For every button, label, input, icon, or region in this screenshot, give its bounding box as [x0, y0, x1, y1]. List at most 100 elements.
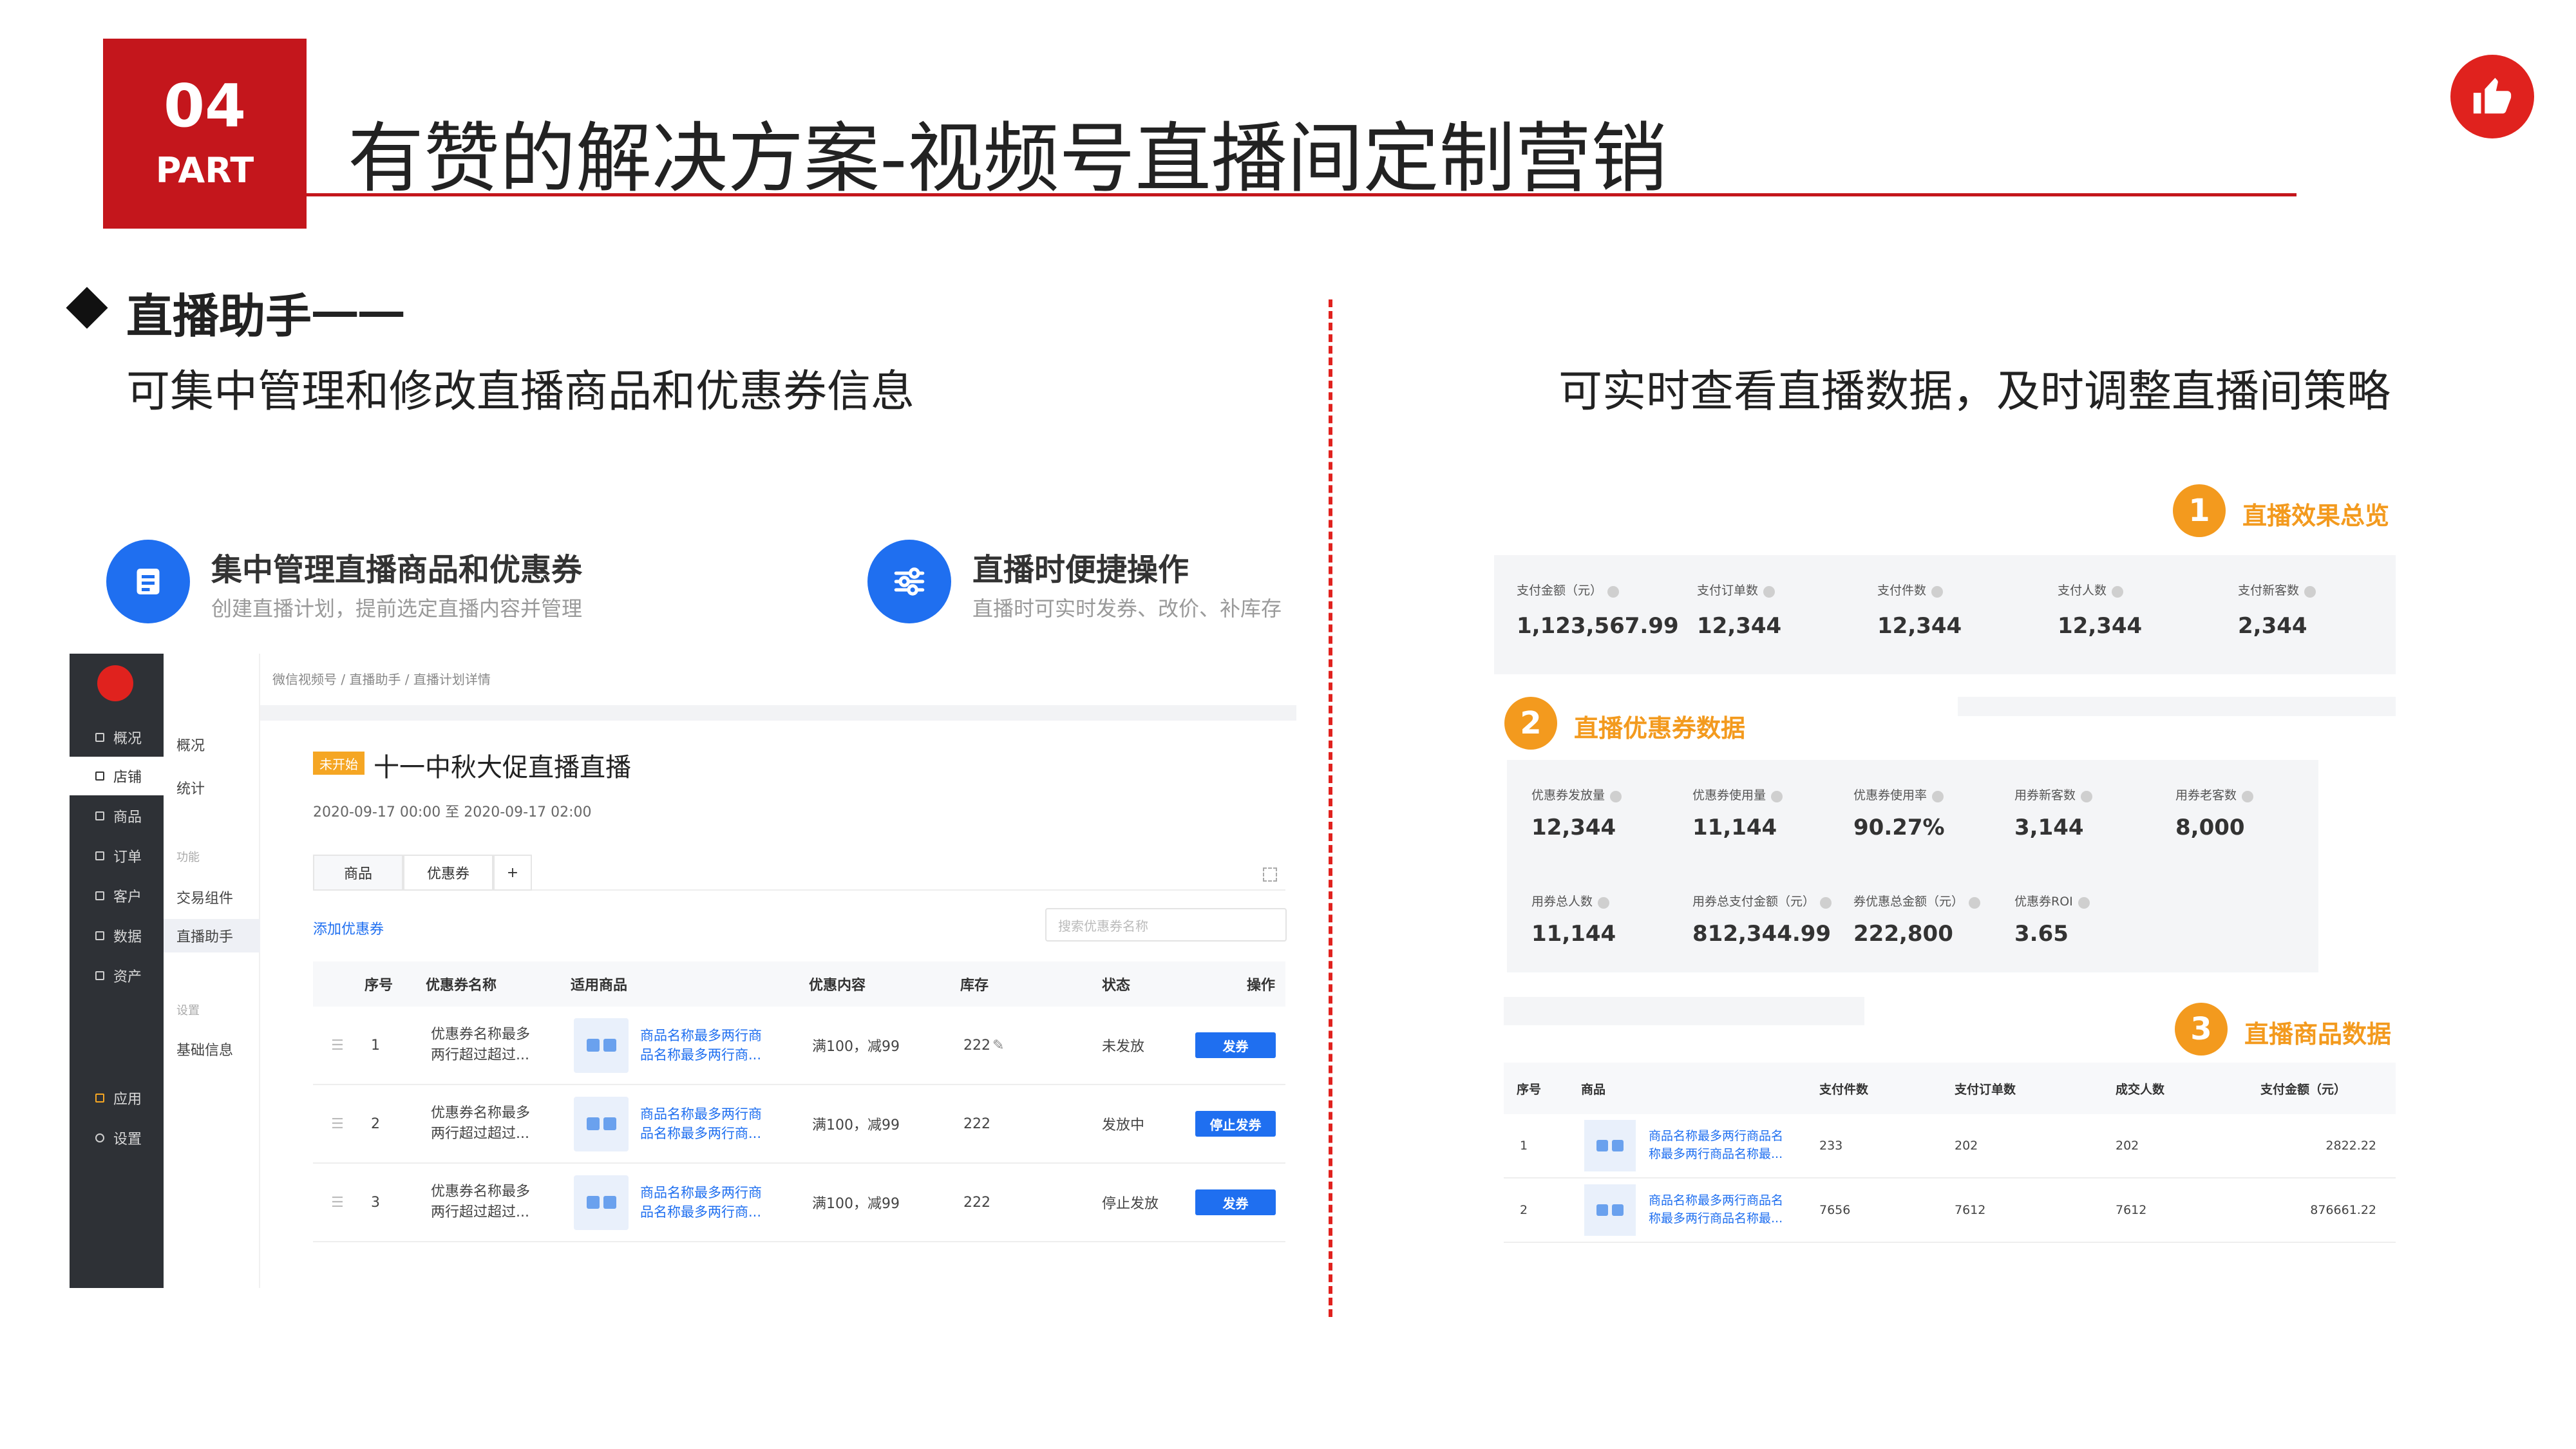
issue-coupon-button[interactable]: 发券 — [1195, 1189, 1276, 1215]
product-link[interactable]: 称最多两行商品名称最... — [1649, 1146, 1783, 1164]
add-coupon-link[interactable]: 添加优惠券 — [313, 918, 384, 938]
metric-value: 8,000 — [2175, 815, 2245, 840]
goods-data-title: 直播商品数据 — [2244, 1020, 2392, 1048]
title-underline — [307, 193, 2297, 196]
sidebar-item-label: 资产 — [113, 969, 142, 985]
section-title: 直播助手一一 — [126, 289, 405, 343]
fullscreen-icon[interactable] — [1263, 867, 1277, 882]
paid-qty: 233 — [1819, 1139, 1843, 1153]
sidebar-item-apps[interactable]: 应用 — [70, 1079, 164, 1117]
product-link[interactable]: 品名称最多两行商... — [640, 1124, 761, 1143]
drag-handle-icon[interactable]: ☰ — [331, 1007, 344, 1084]
product-thumbnail — [574, 1018, 629, 1073]
stop-issue-button[interactable]: 停止发券 — [1195, 1111, 1276, 1137]
order-icon — [95, 851, 104, 860]
add-tab-button[interactable]: + — [493, 855, 532, 891]
product-link[interactable]: 商品名称最多两行商 — [640, 1026, 762, 1045]
product-thumbnail — [574, 1096, 629, 1151]
product-link[interactable]: 商品名称最多两行商品名 — [1649, 1128, 1783, 1146]
subnav-stats[interactable]: 统计 — [164, 777, 260, 798]
help-icon[interactable] — [1598, 896, 1610, 909]
part-badge: 04 PART — [103, 39, 307, 229]
metric-label: 支付件数 — [1877, 583, 1927, 598]
product-link[interactable]: 商品名称最多两行商 — [640, 1183, 762, 1202]
col-header[interactable]: 成交人数 — [2116, 1063, 2164, 1114]
col-header[interactable]: 支付金额（元） — [2260, 1063, 2346, 1114]
col-header: 优惠内容 — [809, 978, 866, 994]
left-subtitle: 可集中管理和修改直播商品和优惠券信息 — [126, 366, 915, 417]
metric-label: 支付新客数 — [2238, 583, 2300, 598]
sidebar-item-assets[interactable]: 资产 — [70, 956, 164, 995]
help-icon[interactable] — [1610, 790, 1622, 802]
help-icon[interactable] — [2242, 790, 2254, 802]
stock-value[interactable]: 222 — [963, 1085, 990, 1162]
table-row: ☰ 1 优惠券名称最多 两行超过超过... 商品名称最多两行商 品名称最多两行商… — [313, 1007, 1285, 1085]
help-icon[interactable] — [1763, 585, 1776, 598]
help-icon[interactable] — [1932, 790, 1944, 802]
drag-handle-icon[interactable]: ☰ — [331, 1085, 344, 1162]
help-icon[interactable] — [1607, 585, 1620, 598]
sidebar-item-goods[interactable]: 商品 — [70, 797, 164, 835]
help-icon[interactable] — [1931, 585, 1944, 598]
dashed-divider — [1329, 299, 1332, 1317]
store-icon — [95, 772, 104, 781]
product-link[interactable]: 品名称最多两行商... — [640, 1202, 761, 1222]
product-link[interactable]: 品名称最多两行商... — [640, 1045, 761, 1065]
metric-label: 支付金额（元） — [1517, 583, 1603, 598]
coupon-search-input[interactable]: 搜索优惠券名称 — [1045, 908, 1287, 942]
col-header[interactable]: 序号 — [365, 961, 393, 1007]
help-icon[interactable] — [2112, 585, 2124, 598]
subnav-live-assistant[interactable]: 直播助手 — [164, 919, 260, 952]
sidebar-item-customers[interactable]: 客户 — [70, 876, 164, 915]
help-icon[interactable] — [1771, 790, 1783, 802]
sidebar-item-label: 店铺 — [113, 770, 142, 786]
metric-value: 12,344 — [1877, 613, 1962, 639]
sidebar-item-store[interactable]: 店铺 — [70, 757, 164, 795]
metric-value: 2,344 — [2238, 613, 2307, 639]
metric-value: 12,344 — [1697, 613, 1782, 639]
coupon-status: 发放中 — [1102, 1117, 1145, 1133]
sidebar-item-data[interactable]: 数据 — [70, 916, 164, 955]
placeholder-bar — [1958, 697, 2396, 716]
help-icon[interactable] — [2081, 790, 2093, 802]
product-link[interactable]: 商品名称最多两行商品名 — [1649, 1192, 1783, 1210]
col-header[interactable]: 商品 — [1581, 1063, 1605, 1114]
help-icon[interactable] — [2078, 896, 2090, 909]
sidebar-item-overview[interactable]: 概况 — [70, 718, 164, 757]
sidebar-item-settings[interactable]: 设置 — [70, 1119, 164, 1157]
row-number: 3 — [371, 1194, 380, 1211]
section-number-3: 3 — [2175, 1003, 2228, 1056]
issue-coupon-button[interactable]: 发券 — [1195, 1032, 1276, 1058]
subnav-basic-info[interactable]: 基础信息 — [164, 1039, 260, 1059]
coupon-content: 满100，减99 — [812, 1117, 900, 1133]
tab-coupons[interactable]: 优惠券 — [403, 855, 493, 891]
subnav-trade[interactable]: 交易组件 — [164, 887, 260, 907]
overview-panel: 支付金额（元） 1,123,567.99 支付订单数 12,344 支付件数 1… — [1494, 555, 2396, 674]
col-header: 状态 — [1102, 978, 1131, 994]
drag-handle-icon[interactable]: ☰ — [331, 1164, 344, 1241]
help-icon[interactable] — [1820, 896, 1832, 909]
part-number: 04 — [163, 71, 247, 140]
coupon-content: 满100，减99 — [812, 1196, 900, 1212]
metric-value: 90.27% — [1853, 815, 1945, 840]
metric-label: 优惠券ROI — [2014, 895, 2073, 909]
edit-pencil-icon[interactable]: ✎ — [992, 1007, 1004, 1084]
stock-value[interactable]: 222 — [963, 1007, 990, 1084]
stock-value[interactable]: 222 — [963, 1164, 990, 1241]
sidebar-item-label: 概况 — [113, 731, 142, 747]
subnav-overview[interactable]: 概况 — [164, 734, 260, 755]
help-icon[interactable] — [1969, 896, 1981, 909]
col-header: 库存 — [960, 978, 989, 994]
row-number: 1 — [371, 1037, 380, 1054]
col-header[interactable]: 序号 — [1517, 1063, 1541, 1114]
tab-goods[interactable]: 商品 — [313, 855, 403, 891]
sidebar-item-label: 数据 — [113, 929, 142, 945]
col-header[interactable]: 支付件数 — [1819, 1063, 1868, 1114]
product-link[interactable]: 商品名称最多两行商 — [640, 1104, 762, 1124]
paid-amount: 876661.22 — [2310, 1203, 2376, 1217]
product-link[interactable]: 称最多两行商品名称最... — [1649, 1210, 1783, 1228]
overview-icon — [95, 733, 104, 742]
col-header[interactable]: 支付订单数 — [1955, 1063, 2016, 1114]
sidebar-item-orders[interactable]: 订单 — [70, 837, 164, 875]
help-icon[interactable] — [2304, 585, 2316, 598]
